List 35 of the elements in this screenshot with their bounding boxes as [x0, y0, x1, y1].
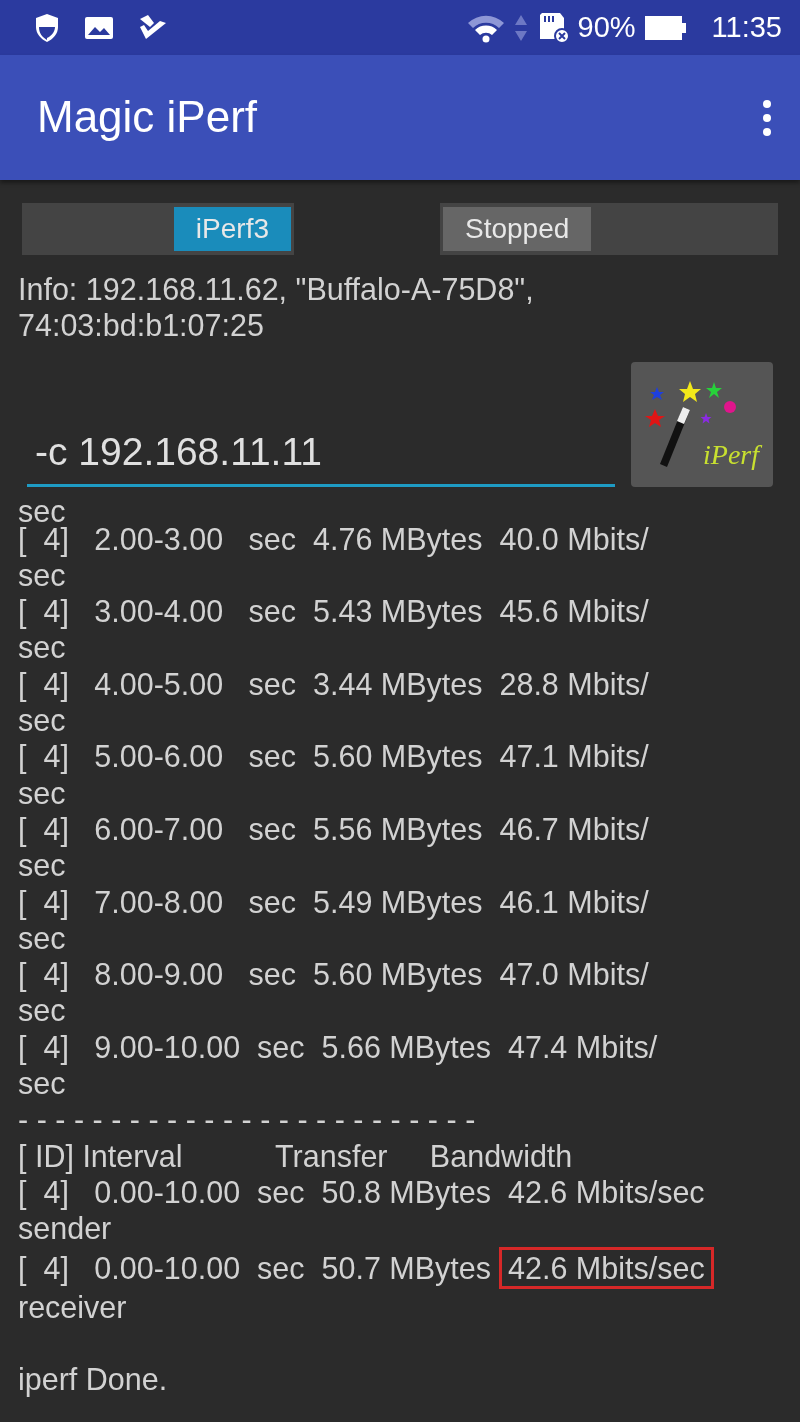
- output-line: [ 4] 2.00-3.00 sec 4.76 MBytes 40.0 Mbits/: [18, 521, 649, 557]
- output-line: iperf Done.: [18, 1361, 168, 1398]
- output-line: [ 4] 5.00-6.00 sec 5.60 MBytes 47.1 Mbits/: [18, 738, 649, 775]
- toggle-thumb[interactable]: iPerf3: [173, 207, 291, 251]
- output-line: sec: [18, 847, 66, 884]
- output-line: sec: [18, 1065, 66, 1102]
- output-line: sec: [18, 500, 66, 521]
- run-button[interactable]: iPerf: [631, 361, 773, 487]
- app-title: Magic iPerf: [37, 91, 258, 144]
- output-line: [ 4] 3.00-4.00 sec 5.43 MBytes 45.6 Mbits/: [18, 593, 649, 630]
- output-line: sec: [18, 702, 66, 739]
- battery-percent: 90%: [577, 9, 636, 45]
- info-text: Info: 192.168.11.62, "Buffalo-A-75D8", 74:03:bd:b1:07:25: [17, 271, 535, 344]
- output-line: [ ID] Interval Transfer Bandwidth: [18, 1137, 573, 1174]
- output-line: [ 4] 9.00-10.00 sec 5.66 MBytes 47.4 Mbits/: [18, 1028, 658, 1066]
- output-line: sec: [18, 992, 66, 1029]
- clock: 11:35: [711, 9, 782, 45]
- output-line: [ 4] 8.00-9.00 sec 5.60 MBytes 47.0 Mbits/: [18, 956, 649, 993]
- output-line: [ 4] 6.00-7.00 sec 5.56 MBytes 46.7 Mbits/: [18, 810, 649, 848]
- toggle-switch[interactable]: iPerf3: [22, 203, 294, 255]
- toggle-thumb[interactable]: Stopped: [443, 207, 592, 251]
- output-line: sec: [18, 629, 66, 666]
- output-line: - - - - - - - - - - - - - - - - - - - - - - - - -: [18, 1101, 476, 1138]
- output-line: [ 4] 4.00-5.00 sec 3.44 MBytes 28.8 Mbits/: [18, 665, 649, 703]
- output-line: [ 4] 0.00-10.00 sec 50.7 MBytes: [18, 1249, 491, 1286]
- command-field[interactable]: -c 192.168.11.11: [27, 420, 615, 487]
- output-line: [ 4] 0.00-10.00 sec 50.8 MBytes 42.6 Mbits/sec: [18, 1174, 705, 1211]
- toggle-switch[interactable]: Stopped: [440, 203, 778, 255]
- output-line: sec: [18, 920, 66, 957]
- output-line: sec: [18, 557, 66, 594]
- output-line: sender: [18, 1210, 112, 1247]
- output-line: sec: [18, 774, 66, 811]
- highlighted-result: 42.6 Mbits/sec: [499, 1246, 714, 1289]
- output-line: [ 4] 7.00-8.00 sec 5.49 MBytes 46.1 Mbits/: [18, 883, 649, 920]
- output-line: receiver: [18, 1288, 127, 1326]
